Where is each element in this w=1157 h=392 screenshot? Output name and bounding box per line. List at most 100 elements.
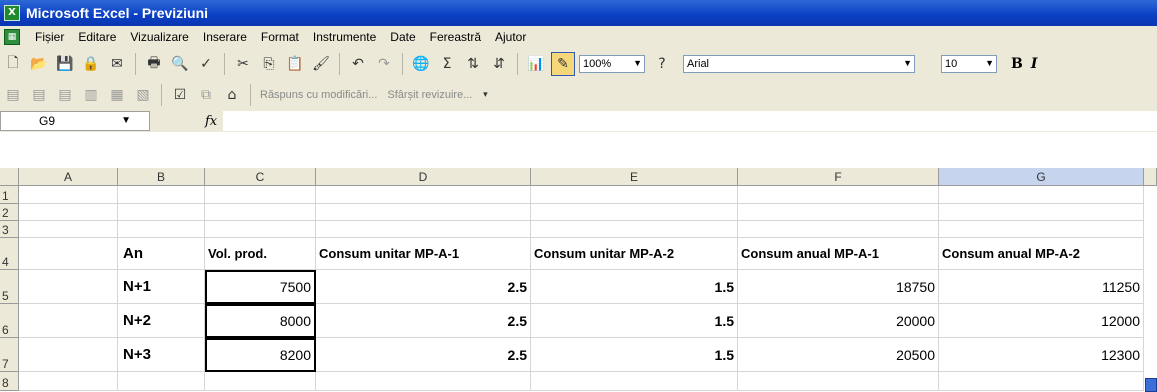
row-header-7[interactable]: 7 [0, 338, 19, 372]
fill-handle[interactable] [1145, 378, 1157, 392]
cell[interactable] [205, 372, 316, 391]
column-header-b[interactable]: B [118, 168, 205, 186]
cell[interactable] [531, 221, 738, 238]
cell[interactable] [205, 221, 316, 238]
toolbar-options-icon[interactable]: ▾ [474, 84, 496, 106]
cell-consum-unitar-1[interactable]: 2.5 [316, 304, 531, 338]
font-select[interactable]: Arial ▼ [683, 55, 915, 73]
header-consum-anual-1[interactable]: Consum anual MP-A-1 [738, 238, 939, 270]
new-icon[interactable]: 🗋 [2, 53, 24, 75]
column-header-c[interactable]: C [205, 168, 316, 186]
cell[interactable] [19, 186, 118, 204]
cell[interactable] [19, 372, 118, 391]
track-changes-icon[interactable]: ☑ [169, 84, 191, 106]
cell[interactable] [316, 372, 531, 391]
cell-vol-prod[interactable]: 8000 [205, 304, 316, 338]
cell-consum-anual-1[interactable]: 18750 [738, 270, 939, 304]
cell[interactable] [316, 221, 531, 238]
cell[interactable] [316, 204, 531, 221]
sort-descending-icon[interactable]: ⇵ [488, 53, 510, 75]
review-icon-2[interactable]: ▤ [28, 84, 50, 106]
menu-edit[interactable]: Editare [71, 28, 123, 46]
workbook-icon[interactable]: ▦ [4, 29, 20, 45]
cell[interactable] [531, 372, 738, 391]
sort-ascending-icon[interactable]: ⇅ [462, 53, 484, 75]
cell[interactable] [939, 221, 1144, 238]
cell-consum-anual-1[interactable]: 20000 [738, 304, 939, 338]
menu-insert[interactable]: Inserare [196, 28, 254, 46]
format-painter-icon[interactable]: 🖌 [310, 53, 332, 75]
copy-icon[interactable]: ⎘ [258, 53, 280, 75]
review-icon-5[interactable]: ▦ [106, 84, 128, 106]
row-header-3[interactable]: 3 [0, 221, 19, 238]
cell[interactable] [531, 186, 738, 204]
undo-icon[interactable]: ↶ [347, 53, 369, 75]
cell-consum-anual-2[interactable]: 12300 [939, 338, 1144, 372]
cell-an[interactable]: N+3 [118, 338, 205, 372]
print-icon[interactable]: 🖶 [143, 53, 165, 75]
column-header-h[interactable] [1144, 168, 1157, 186]
redo-icon[interactable]: ↷ [373, 53, 395, 75]
menu-window[interactable]: Fereastră [423, 28, 488, 46]
header-an[interactable]: An [118, 238, 205, 270]
column-header-g[interactable]: G [939, 168, 1144, 186]
bold-button[interactable]: B [1011, 56, 1023, 72]
name-box[interactable]: G9 ▼ [0, 111, 150, 131]
cell-an[interactable]: N+1 [118, 270, 205, 304]
cell[interactable] [19, 304, 118, 338]
cell-consum-unitar-2[interactable]: 1.5 [531, 338, 738, 372]
header-consum-anual-2[interactable]: Consum anual MP-A-2 [939, 238, 1144, 270]
cell-vol-prod[interactable]: 7500 [205, 270, 316, 304]
email-icon[interactable]: ✉ [106, 53, 128, 75]
cut-icon[interactable]: ✂ [232, 53, 254, 75]
cell-vol-prod[interactable]: 8200 [205, 338, 316, 372]
cell[interactable] [738, 186, 939, 204]
column-header-d[interactable]: D [316, 168, 531, 186]
cell-consum-anual-2[interactable]: 12000 [939, 304, 1144, 338]
cell-consum-anual-1[interactable]: 20500 [738, 338, 939, 372]
insert-function-icon[interactable]: fx [205, 114, 217, 129]
chart-wizard-icon[interactable]: 📊 [525, 53, 547, 75]
column-header-a[interactable]: A [19, 168, 118, 186]
selected-cell-g9[interactable] [939, 372, 1144, 391]
cell[interactable] [118, 372, 205, 391]
header-consum-unitar-1[interactable]: Consum unitar MP-A-1 [316, 238, 531, 270]
menu-view[interactable]: Vizualizare [123, 28, 195, 46]
row-header-1[interactable]: 1 [0, 186, 19, 204]
open-icon[interactable]: 📂 [28, 53, 50, 75]
select-all-corner[interactable] [0, 168, 19, 186]
spelling-icon[interactable]: ✓ [195, 53, 217, 75]
cell[interactable] [19, 270, 118, 304]
excel-app-icon[interactable]: X [4, 5, 20, 21]
menu-file[interactable]: Fișier [28, 28, 71, 46]
header-consum-unitar-2[interactable]: Consum unitar MP-A-2 [531, 238, 738, 270]
zoom-select[interactable]: 100% ▼ [579, 55, 645, 73]
cell[interactable] [19, 221, 118, 238]
cell[interactable] [205, 186, 316, 204]
review-icon-8[interactable]: ⌂ [221, 84, 243, 106]
formula-input[interactable] [223, 111, 1157, 131]
cell[interactable] [118, 204, 205, 221]
italic-button[interactable]: I [1031, 56, 1038, 72]
autosum-icon[interactable]: Σ [436, 53, 458, 75]
cell[interactable] [118, 186, 205, 204]
cell-consum-unitar-2[interactable]: 1.5 [531, 304, 738, 338]
cell-consum-anual-2[interactable]: 11250 [939, 270, 1144, 304]
cell[interactable] [738, 372, 939, 391]
paste-icon[interactable]: 📋 [284, 53, 306, 75]
menu-format[interactable]: Format [254, 28, 306, 46]
cell[interactable] [939, 204, 1144, 221]
review-icon-3[interactable]: ▤ [54, 84, 76, 106]
save-icon[interactable]: 💾 [54, 53, 76, 75]
row-header-6[interactable]: 6 [0, 304, 19, 338]
cell[interactable] [19, 238, 118, 270]
row-header-5[interactable]: 5 [0, 270, 19, 304]
cell-consum-unitar-1[interactable]: 2.5 [316, 338, 531, 372]
row-header-2[interactable]: 2 [0, 204, 19, 221]
menu-help[interactable]: Ajutor [488, 28, 533, 46]
column-header-f[interactable]: F [738, 168, 939, 186]
cell[interactable] [939, 186, 1144, 204]
drawing-icon[interactable]: ✎ [551, 52, 575, 76]
menu-tools[interactable]: Instrumente [306, 28, 383, 46]
cell-an[interactable]: N+2 [118, 304, 205, 338]
